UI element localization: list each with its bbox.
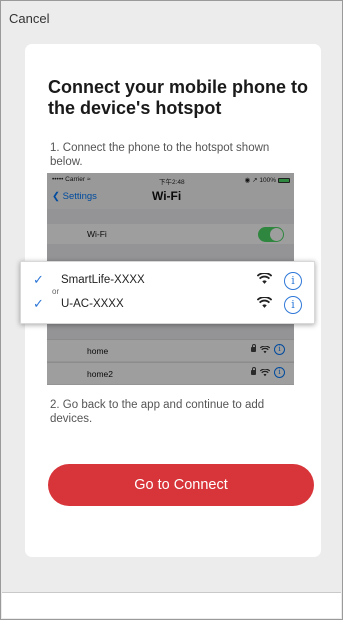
step-1-text: 1. Connect the phone to the hotspot show… bbox=[50, 142, 270, 168]
hotspot-network-popup: ✓ SmartLife-XXXX i or ✓ U-AC-XXXX i bbox=[20, 261, 315, 324]
hotspot-name: U-AC-XXXX bbox=[61, 298, 124, 310]
checkmark-icon: ✓ bbox=[33, 296, 44, 311]
wifi-signal-icon bbox=[257, 273, 272, 284]
page-title: Connect your mobile phone to the device'… bbox=[48, 77, 308, 118]
info-icon: i bbox=[284, 272, 302, 290]
step-2-text: 2. Go back to the app and continue to ad… bbox=[50, 399, 265, 425]
cancel-button[interactable]: Cancel bbox=[9, 11, 49, 26]
hotspot-name: SmartLife-XXXX bbox=[61, 274, 145, 286]
hotspot-row: ✓ U-AC-XXXX i bbox=[21, 295, 314, 317]
hotspot-row: ✓ SmartLife-XXXX i bbox=[21, 271, 314, 293]
app-frame: Cancel Connect your mobile phone to the … bbox=[0, 0, 343, 620]
checkmark-icon: ✓ bbox=[33, 272, 44, 287]
wifi-signal-icon bbox=[257, 297, 272, 308]
info-icon: i bbox=[284, 296, 302, 314]
go-to-connect-button[interactable]: Go to Connect bbox=[48, 464, 314, 506]
bottom-bar bbox=[2, 592, 341, 618]
